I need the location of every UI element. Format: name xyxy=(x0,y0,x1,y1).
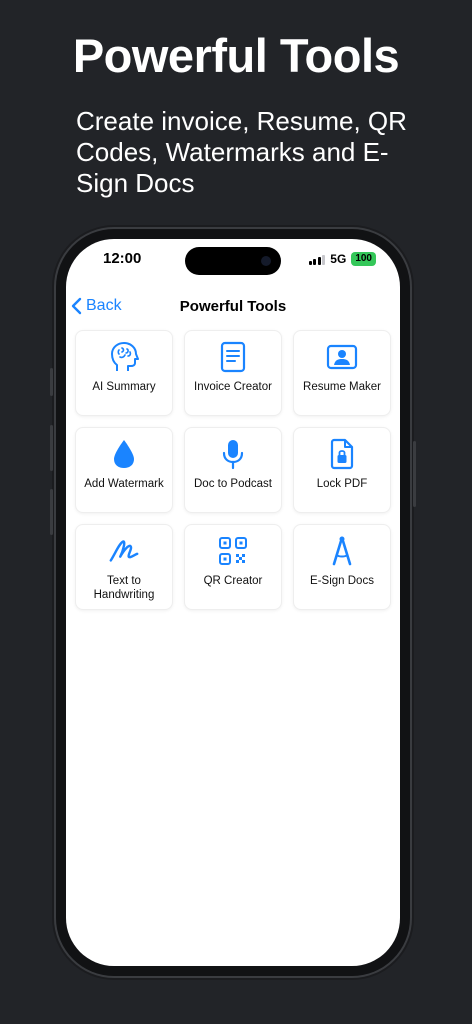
hero-title: Powerful Tools xyxy=(72,29,400,82)
dynamic-island xyxy=(185,247,281,275)
tool-ai-summary[interactable]: AI Summary xyxy=(75,330,173,416)
tools-grid: AI Summary Invoice Creator Resume Maker … xyxy=(75,330,391,610)
phone-screen: 12:00 5G 100 Back Powerful Tools AI Summ… xyxy=(66,239,400,966)
tool-invoice-creator[interactable]: Invoice Creator xyxy=(184,330,282,416)
tool-qr-creator[interactable]: QR Creator xyxy=(184,524,282,610)
battery-icon: 100 xyxy=(351,252,376,266)
signal-icon xyxy=(308,254,326,265)
document-icon xyxy=(217,341,249,373)
hero-subtitle: Create invoice, Resume, QR Codes, Waterm… xyxy=(76,106,407,198)
tool-lock-pdf[interactable]: Lock PDF xyxy=(293,427,391,513)
status-indicators: 5G 100 xyxy=(308,252,376,266)
lock-document-icon xyxy=(326,438,358,470)
tool-label: Lock PDF xyxy=(316,478,368,490)
tool-label: Doc to Podcast xyxy=(194,478,272,490)
tool-label: E-Sign Docs xyxy=(310,575,374,587)
person-card-icon xyxy=(326,341,358,373)
page-title: Powerful Tools xyxy=(179,298,287,315)
tool-e-sign-docs[interactable]: E-Sign Docs xyxy=(293,524,391,610)
tool-label: Text to Handwriting xyxy=(93,575,155,601)
power-button xyxy=(413,441,416,507)
drop-icon xyxy=(108,438,140,470)
tool-resume-maker[interactable]: Resume Maker xyxy=(293,330,391,416)
tool-label: Add Watermark xyxy=(84,478,164,490)
tool-label: Invoice Creator xyxy=(194,381,272,393)
network-type: 5G xyxy=(330,252,347,266)
pen-compass-icon xyxy=(326,535,358,567)
tool-label: AI Summary xyxy=(92,381,156,393)
tool-label: QR Creator xyxy=(203,575,263,587)
silent-switch xyxy=(50,368,53,396)
tool-text-to-handwriting[interactable]: Text to Handwriting xyxy=(75,524,173,610)
microphone-icon xyxy=(217,438,249,470)
volume-up-button xyxy=(50,425,53,471)
qr-code-icon xyxy=(217,535,249,567)
phone-frame: 12:00 5G 100 Back Powerful Tools AI Summ… xyxy=(50,229,416,976)
volume-down-button xyxy=(50,489,53,535)
scribble-icon xyxy=(108,535,140,567)
tool-doc-to-podcast[interactable]: Doc to Podcast xyxy=(184,427,282,513)
status-time: 12:00 xyxy=(103,250,142,267)
navigation-bar: Back Powerful Tools xyxy=(66,289,400,323)
brain-head-icon xyxy=(108,341,140,373)
tool-add-watermark[interactable]: Add Watermark xyxy=(75,427,173,513)
tool-label: Resume Maker xyxy=(303,381,381,393)
